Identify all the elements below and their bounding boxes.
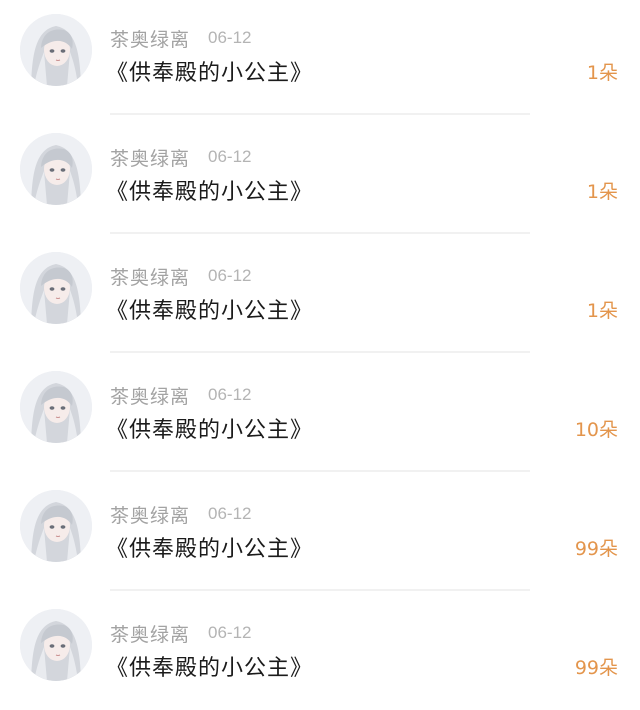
avatar[interactable] xyxy=(20,14,92,86)
record-meta: 茶奥绿离 06-12 xyxy=(110,25,252,52)
list-item[interactable]: 茶奥绿离 06-12 《供奉殿的小公主》 10朵 xyxy=(0,357,640,477)
record-meta: 茶奥绿离 06-12 xyxy=(110,501,252,528)
record-meta: 茶奥绿离 06-12 xyxy=(110,263,252,290)
user-name[interactable]: 茶奥绿离 xyxy=(110,382,190,409)
list-item[interactable]: 茶奥绿离 06-12 《供奉殿的小公主》 99朵 xyxy=(0,595,640,710)
list-item[interactable]: 茶奥绿离 06-12 《供奉殿的小公主》 1朵 xyxy=(0,119,640,239)
gift-count: 99朵 xyxy=(574,538,618,560)
record-date: 06-12 xyxy=(208,266,252,285)
avatar[interactable] xyxy=(20,371,92,443)
row-divider xyxy=(110,351,530,353)
avatar[interactable] xyxy=(20,252,92,324)
gift-record-list: 茶奥绿离 06-12 《供奉殿的小公主》 1朵 茶奥绿离 06-12 《供奉殿的… xyxy=(0,0,640,710)
list-item[interactable]: 茶奥绿离 06-12 《供奉殿的小公主》 1朵 xyxy=(0,238,640,358)
gift-count: 1朵 xyxy=(586,181,618,203)
record-date: 06-12 xyxy=(208,623,252,642)
anime-girl-avatar-icon xyxy=(20,133,92,205)
gift-count: 10朵 xyxy=(574,419,618,441)
anime-girl-avatar-icon xyxy=(20,371,92,443)
book-title[interactable]: 《供奉殿的小公主》 xyxy=(106,55,313,87)
list-item[interactable]: 茶奥绿离 06-12 《供奉殿的小公主》 1朵 xyxy=(0,0,640,120)
record-meta: 茶奥绿离 06-12 xyxy=(110,620,252,647)
user-name[interactable]: 茶奥绿离 xyxy=(110,263,190,290)
anime-girl-avatar-icon xyxy=(20,252,92,324)
row-divider xyxy=(110,113,530,115)
book-title[interactable]: 《供奉殿的小公主》 xyxy=(106,531,313,563)
avatar[interactable] xyxy=(20,133,92,205)
book-title[interactable]: 《供奉殿的小公主》 xyxy=(106,650,313,682)
row-divider xyxy=(110,232,530,234)
gift-count: 1朵 xyxy=(586,300,618,322)
list-item[interactable]: 茶奥绿离 06-12 《供奉殿的小公主》 99朵 xyxy=(0,476,640,596)
book-title[interactable]: 《供奉殿的小公主》 xyxy=(106,293,313,325)
record-date: 06-12 xyxy=(208,385,252,404)
record-date: 06-12 xyxy=(208,147,252,166)
row-divider xyxy=(110,470,530,472)
gift-count: 1朵 xyxy=(586,62,618,84)
anime-girl-avatar-icon xyxy=(20,490,92,562)
record-meta: 茶奥绿离 06-12 xyxy=(110,382,252,409)
user-name[interactable]: 茶奥绿离 xyxy=(110,25,190,52)
avatar[interactable] xyxy=(20,609,92,681)
user-name[interactable]: 茶奥绿离 xyxy=(110,501,190,528)
row-divider xyxy=(110,589,530,591)
avatar[interactable] xyxy=(20,490,92,562)
record-date: 06-12 xyxy=(208,504,252,523)
user-name[interactable]: 茶奥绿离 xyxy=(110,620,190,647)
record-date: 06-12 xyxy=(208,28,252,47)
anime-girl-avatar-icon xyxy=(20,14,92,86)
gift-count: 99朵 xyxy=(574,657,618,679)
book-title[interactable]: 《供奉殿的小公主》 xyxy=(106,412,313,444)
book-title[interactable]: 《供奉殿的小公主》 xyxy=(106,174,313,206)
record-meta: 茶奥绿离 06-12 xyxy=(110,144,252,171)
user-name[interactable]: 茶奥绿离 xyxy=(110,144,190,171)
anime-girl-avatar-icon xyxy=(20,609,92,681)
